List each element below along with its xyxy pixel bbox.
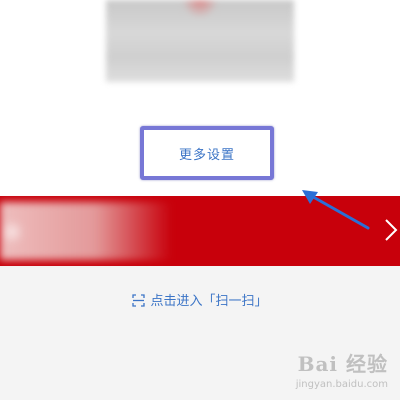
more-settings-link[interactable]: 更多设置 xyxy=(144,144,270,163)
scan-icon xyxy=(132,294,146,307)
top-content-area: 更多设置 xyxy=(0,0,400,196)
scan-link[interactable]: 点击进入「扫一扫」 xyxy=(0,290,400,309)
chevron-right-icon[interactable] xyxy=(384,218,398,242)
blurred-banner-content xyxy=(0,202,172,260)
watermark-logo: Bai 经验 xyxy=(297,352,388,376)
watermark-url: jingyan.baidu.com xyxy=(295,379,388,390)
highlight-annotation-box: 更多设置 xyxy=(140,126,274,180)
blurred-image xyxy=(106,0,294,82)
watermark: Bai 经验 jingyan.baidu.com xyxy=(296,348,388,390)
annotation-arrow xyxy=(302,190,370,230)
scan-label: 点击进入「扫一扫」 xyxy=(150,294,268,309)
